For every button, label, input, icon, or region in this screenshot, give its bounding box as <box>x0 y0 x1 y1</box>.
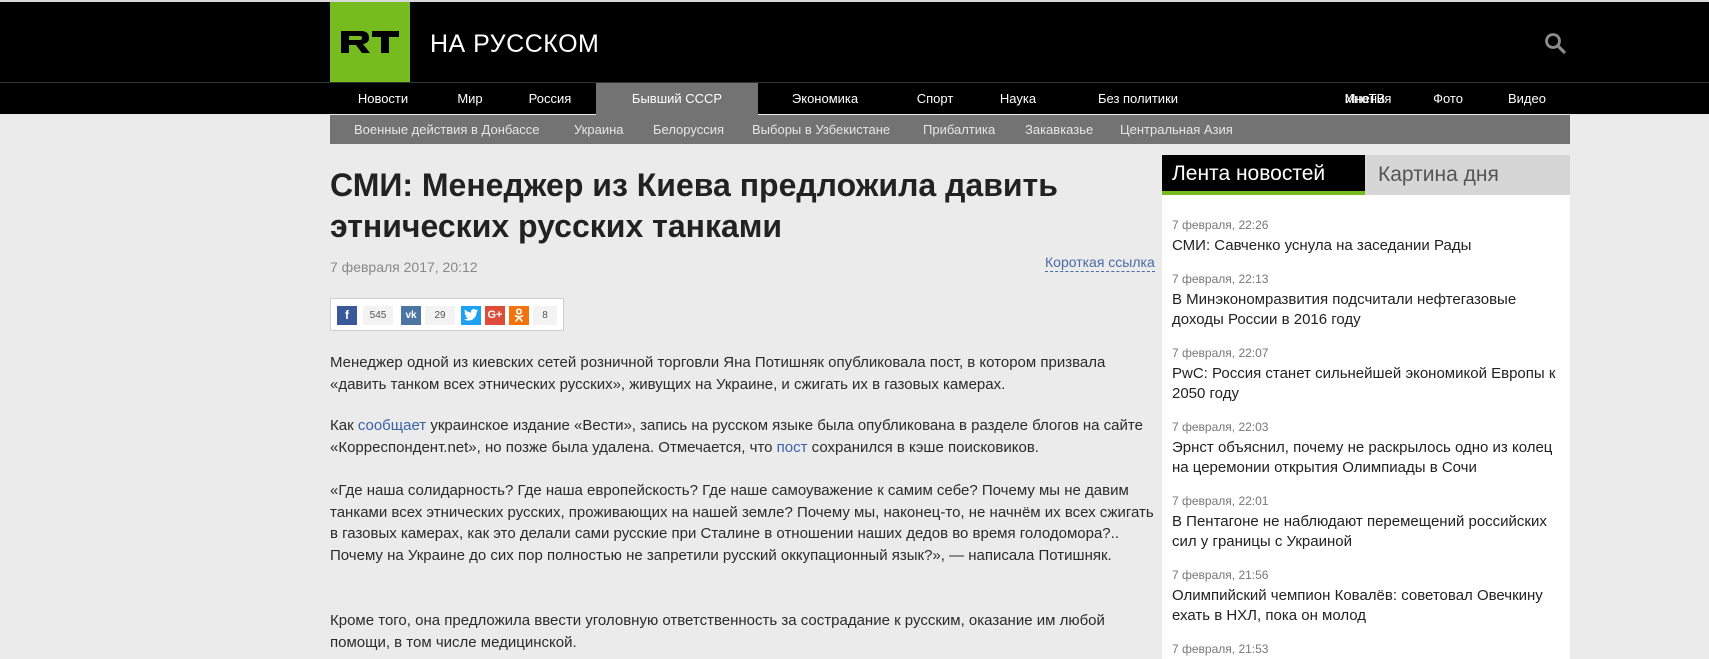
twitter-icon[interactable] <box>461 306 481 325</box>
article-paragraph-1: Менеджер одной из киевских сетей розничн… <box>330 354 1106 393</box>
news-time: 7 февраля, 22:13 <box>1172 272 1269 286</box>
nav-item-russia[interactable]: Россия <box>515 83 585 115</box>
news-time: 7 февраля, 21:56 <box>1172 568 1269 582</box>
nav-item-economy[interactable]: Экономика <box>779 83 871 115</box>
nav-item-inotv[interactable]: ИноТВ <box>1335 83 1395 115</box>
article-title: СМИ: Менеджер из Киева предложила давить… <box>330 167 1058 244</box>
news-time: 7 февраля, 22:01 <box>1172 494 1269 508</box>
article-paragraph-3: «Где наша солидарность? Где наша европей… <box>330 482 1154 564</box>
nav-item-photo[interactable]: Фото <box>1420 83 1476 115</box>
news-feed-item[interactable]: 7 февраля, 21:56 Олимпийский чемпион Ков… <box>1172 568 1564 626</box>
news-title[interactable]: Эрнст объяснил, почему не раскрылось одн… <box>1172 438 1564 478</box>
tab-news-feed[interactable]: Лента новостей <box>1162 155 1365 195</box>
article-paragraph-2: Как сообщает украинское издание «Вести»,… <box>330 415 1155 458</box>
short-link[interactable]: Короткая ссылка <box>1045 253 1155 272</box>
sub-nav: Военные действия в Донбассе Украина Бело… <box>330 115 1570 144</box>
article-paragraph-4: Кроме того, она предложила ввести уголов… <box>330 612 1105 651</box>
news-feed-item[interactable]: 7 февраля, 22:01 В Пентагоне не наблюдаю… <box>1172 494 1564 552</box>
news-feed-item[interactable]: 7 февраля, 22:13 В Минэкономразвития под… <box>1172 272 1564 330</box>
news-time: 7 февраля, 22:07 <box>1172 346 1269 360</box>
news-time: 7 февраля, 22:03 <box>1172 420 1269 434</box>
site-brand[interactable]: НА РУССКОМ <box>430 30 599 59</box>
top-header: НА РУССКОМ <box>0 0 1709 82</box>
source-link-post[interactable]: пост <box>777 439 808 456</box>
news-title[interactable]: СМИ: Савченко уснула на заседании Рады <box>1172 236 1564 256</box>
news-title[interactable]: В Минэкономразвития подсчитали нефтегазо… <box>1172 290 1564 330</box>
news-title[interactable]: В Пентагоне не наблюдают перемещений рос… <box>1172 512 1564 552</box>
rt-logo[interactable] <box>330 2 410 82</box>
news-sidebar: Лента новостей Картина дня 7 февраля, 22… <box>1162 155 1570 659</box>
article-date: 7 февраля 2017, 20:12 <box>330 259 478 275</box>
source-link-reports[interactable]: сообщает <box>358 417 426 434</box>
nav-item-news[interactable]: Новости <box>339 83 427 115</box>
news-time: 7 февраля, 21:53 <box>1172 642 1269 656</box>
news-title[interactable]: PwC: Россия станет сильнейшей экономикой… <box>1172 364 1564 404</box>
news-feed-item[interactable]: 7 февраля, 22:03 Эрнст объяснил, почему … <box>1172 420 1564 478</box>
rt-logo-icon <box>341 31 399 53</box>
facebook-count: 545 <box>363 306 393 325</box>
subnav-item-caucasus[interactable]: Закавказье <box>1025 115 1093 144</box>
subnav-item-donbass[interactable]: Военные действия в Донбассе <box>354 115 540 144</box>
nav-item-no-politics[interactable]: Без политики <box>1088 83 1188 115</box>
subnav-item-ukraine[interactable]: Украина <box>574 115 624 144</box>
subnav-item-uzbekistan[interactable]: Выборы в Узбекистане <box>752 115 890 144</box>
nav-item-former-ussr[interactable]: Бывший СССР <box>596 83 758 115</box>
news-feed-item[interactable]: 7 февраля, 21:53 <box>1172 642 1564 659</box>
vk-count: 29 <box>425 306 455 325</box>
p2-text-before: Как <box>330 417 358 434</box>
vk-icon[interactable]: vk <box>401 306 421 325</box>
nav-item-world[interactable]: Мир <box>444 83 496 115</box>
share-bar: f 545 vk 29 G+ 8 <box>330 298 564 331</box>
ok-count: 8 <box>533 306 557 325</box>
subnav-item-baltics[interactable]: Прибалтика <box>923 115 995 144</box>
facebook-icon[interactable]: f <box>337 306 357 325</box>
twitter-bird-icon <box>464 309 478 321</box>
news-feed-item[interactable]: 7 февраля, 22:26 СМИ: Савченко уснула на… <box>1172 218 1564 256</box>
google-plus-icon[interactable]: G+ <box>485 306 505 325</box>
nav-item-science[interactable]: Наука <box>990 83 1046 115</box>
search-icon[interactable] <box>1543 31 1567 55</box>
nav-item-video[interactable]: Видео <box>1498 83 1556 115</box>
news-feed-item[interactable]: 7 февраля, 22:07 PwC: Россия станет силь… <box>1172 346 1564 404</box>
tab-picture-of-day[interactable]: Картина дня <box>1365 155 1570 195</box>
p2-text-after: сохранился в кэше поисковиков. <box>807 438 1039 456</box>
news-title[interactable]: Олимпийский чемпион Ковалёв: советовал О… <box>1172 586 1564 626</box>
ok-icon[interactable] <box>509 306 529 325</box>
main-nav: Новости Мир Россия Бывший СССР Экономика… <box>0 82 1709 115</box>
news-time: 7 февраля, 22:26 <box>1172 218 1269 232</box>
subnav-item-belarus[interactable]: Белоруссия <box>653 115 724 144</box>
subnav-item-central-asia[interactable]: Центральная Азия <box>1120 115 1233 144</box>
odnoklassniki-icon <box>514 308 524 322</box>
top-border <box>0 0 1709 2</box>
nav-item-sport[interactable]: Спорт <box>905 83 965 115</box>
